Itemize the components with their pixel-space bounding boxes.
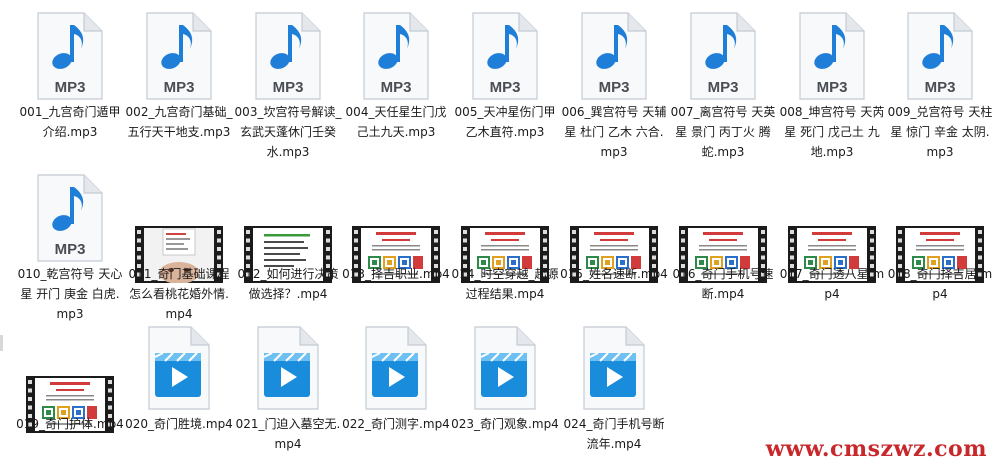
file-name-label: 002_九宫奇门基础_五行天干地支.mp3: [125, 105, 233, 139]
file-item[interactable]: MP3 003_坎宫符号解读_玄武天蓬休门壬癸水.mp3: [234, 6, 342, 159]
svg-text:MP3: MP3: [381, 79, 412, 96]
svg-text:MP3: MP3: [817, 79, 848, 96]
file-item[interactable]: 020_奇门胜境.mp4: [125, 318, 233, 468]
file-name-label: 015_姓名速断.mp4: [560, 267, 668, 281]
file-name-label: 012_如何进行决策做选择？.mp4: [237, 267, 339, 301]
mp3-audio-file-icon: MP3: [254, 11, 322, 101]
mp3-audio-file-icon: MP3: [798, 11, 866, 101]
file-item[interactable]: 013_择吉职业.mp4: [342, 168, 450, 318]
file-item[interactable]: 024_奇门手机号断流年.mp4: [560, 318, 668, 468]
video-file-icon: [145, 323, 213, 413]
file-name-label: 006_巽宫符号 天辅星 杜门 乙木 六合.mp3: [561, 105, 667, 159]
video-file-icon: [362, 323, 430, 413]
file-name-label: 023_奇门观象.mp4: [451, 417, 559, 431]
file-name-label: 013_择吉职业.mp4: [342, 267, 450, 281]
file-item[interactable]: MP3 007_离宫符号 天英星 景门 丙丁火 腾蛇.mp3: [669, 6, 777, 159]
file-name-label: 004_天任星生门戊己土九天.mp3: [345, 105, 447, 139]
file-name-label: 014_时空穿越_起源过程结果.mp4: [451, 267, 559, 301]
watermark-text: www.cmszwz.com: [765, 436, 987, 462]
file-item[interactable]: MP3 010_乾宫符号 天心星 开门 庚金 白虎.mp3: [16, 168, 124, 321]
file-name-label: 021_门迫入墓空无.mp4: [235, 417, 341, 451]
file-name-label: 007_离宫符号 天英星 景门 丙丁火 腾蛇.mp3: [670, 105, 776, 159]
video-file-icon: [580, 323, 648, 413]
file-item[interactable]: MP3 004_天任星生门戊己土九天.mp3: [342, 6, 450, 156]
svg-text:MP3: MP3: [925, 79, 956, 96]
file-name-label: 017_奇门透八星.mp4: [779, 267, 885, 301]
file-name-label: 003_坎宫符号解读_玄武天蓬休门壬癸水.mp3: [234, 105, 342, 159]
file-item[interactable]: 011_奇门基础课程 怎么看桃花婚外情.mp4: [125, 168, 233, 321]
mp3-audio-file-icon: MP3: [689, 11, 757, 101]
file-name-label: 018_奇门择吉居.mp4: [887, 267, 993, 301]
svg-text:MP3: MP3: [273, 79, 304, 96]
mp3-audio-file-icon: MP3: [36, 173, 104, 263]
svg-text:MP3: MP3: [55, 241, 86, 258]
file-item[interactable]: MP3 001_九宫奇门遁甲介绍.mp3: [16, 6, 124, 156]
file-item[interactable]: 016_奇门手机号速断.mp4: [669, 168, 777, 318]
svg-text:MP3: MP3: [55, 79, 86, 96]
file-name-label: 020_奇门胜境.mp4: [125, 417, 233, 431]
file-item[interactable]: 018_奇门择吉居.mp4: [886, 168, 994, 318]
file-item[interactable]: MP3 005_天冲星伤门甲乙木直符.mp3: [451, 6, 559, 156]
file-item[interactable]: MP3 008_坤宫符号 天芮星 死门 戊己土 九地.mp3: [778, 6, 886, 159]
file-item[interactable]: 023_奇门观象.mp4: [451, 318, 559, 468]
video-file-icon: [254, 323, 322, 413]
file-name-label: 010_乾宫符号 天心星 开门 庚金 白虎.mp3: [17, 267, 123, 321]
file-name-label: 008_坤宫符号 天芮星 死门 戊己土 九地.mp3: [779, 105, 885, 159]
file-item[interactable]: 021_门迫入墓空无.mp4: [234, 318, 342, 468]
file-item[interactable]: MP3 006_巽宫符号 天辅星 杜门 乙木 六合.mp3: [560, 6, 668, 159]
svg-text:MP3: MP3: [164, 79, 195, 96]
file-name-label: 001_九宫奇门遁甲介绍.mp3: [19, 105, 121, 139]
file-item[interactable]: 014_时空穿越_起源过程结果.mp4: [451, 168, 559, 318]
file-item[interactable]: 017_奇门透八星.mp4: [778, 168, 886, 318]
file-grid: MP3 001_九宫奇门遁甲介绍.mp3 MP3 002_九宫奇门基础_五行天干地支.…: [0, 0, 1001, 469]
svg-text:MP3: MP3: [708, 79, 739, 96]
file-name-label: 016_奇门手机号速断.mp4: [672, 267, 774, 301]
scrollbar-edge[interactable]: [0, 335, 3, 351]
svg-text:MP3: MP3: [599, 79, 630, 96]
file-name-label: 019_奇门护体.mp4: [16, 417, 124, 431]
file-name-label: 011_奇门基础课程 怎么看桃花婚外情.mp4: [128, 267, 230, 321]
file-item[interactable]: MP3 009_兑宫符号 天柱星 惊门 辛金 太阴.mp3: [886, 6, 994, 159]
mp3-audio-file-icon: MP3: [471, 11, 539, 101]
file-item[interactable]: 019_奇门护体.mp4: [16, 318, 124, 468]
mp3-audio-file-icon: MP3: [906, 11, 974, 101]
file-name-label: 005_天冲星伤门甲乙木直符.mp3: [454, 105, 556, 139]
file-item[interactable]: 022_奇门测字.mp4: [342, 318, 450, 468]
file-item[interactable]: 012_如何进行决策做选择？.mp4: [234, 168, 342, 318]
file-name-label: 022_奇门测字.mp4: [342, 417, 450, 431]
file-item[interactable]: 015_姓名速断.mp4: [560, 168, 668, 318]
video-file-icon: [471, 323, 539, 413]
mp3-audio-file-icon: MP3: [580, 11, 648, 101]
mp3-audio-file-icon: MP3: [36, 11, 104, 101]
file-name-label: 009_兑宫符号 天柱星 惊门 辛金 太阴.mp3: [887, 105, 993, 159]
mp3-audio-file-icon: MP3: [145, 11, 213, 101]
mp3-audio-file-icon: MP3: [362, 11, 430, 101]
svg-text:MP3: MP3: [490, 79, 521, 96]
file-item[interactable]: MP3 002_九宫奇门基础_五行天干地支.mp3: [125, 6, 233, 156]
file-name-label: 024_奇门手机号断流年.mp4: [563, 417, 665, 451]
